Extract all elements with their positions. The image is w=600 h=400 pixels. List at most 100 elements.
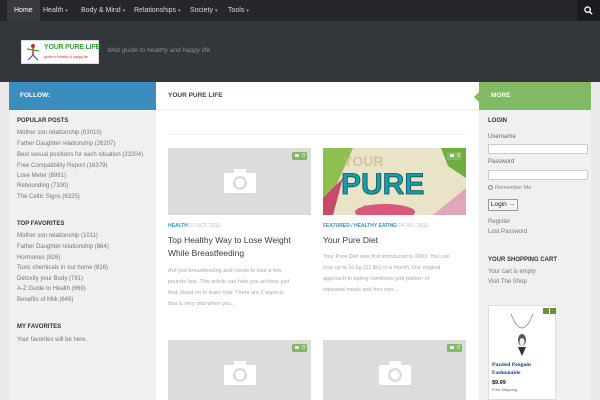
main-content: YOUR PURE LIFE 0 HEALTH 27 OCT, 2015 Top…	[156, 82, 479, 400]
more-bar[interactable]: MORE	[479, 82, 591, 110]
top-favorite-link[interactable]: A-Z Guide to Health (669)	[17, 286, 86, 292]
site-logo[interactable]: YOUR PURE LIFE guide to healthy & happy …	[21, 40, 100, 64]
cart-empty-text: Your cart is empty	[488, 269, 536, 275]
username-field[interactable]	[488, 144, 588, 154]
popular-post-link[interactable]: Mother son relationship (63010)	[17, 130, 102, 136]
password-field[interactable]	[488, 170, 588, 180]
popular-post-link[interactable]: Father Daughter relationship (26207)	[17, 141, 115, 147]
post-excerpt: Are you breastfeeding and needs to lose …	[168, 266, 314, 310]
top-favorites-title: TOP FAVORITES	[17, 221, 65, 227]
excerpt-line: that is very vital when you...	[168, 301, 236, 307]
popular-post-link[interactable]: The Celtic Signs (6325)	[17, 194, 80, 200]
checkbox-icon	[488, 185, 493, 191]
divider	[168, 134, 466, 135]
chevron-down-icon: ▾	[65, 8, 68, 14]
nav-item-tools[interactable]: Tools ▾	[228, 0, 249, 21]
shopping-cart-title: YOUR SHOPPING CART	[488, 257, 558, 263]
nav-item-society[interactable]: Society ▾	[190, 0, 217, 21]
svg-text:YOUR: YOUR	[343, 153, 383, 169]
post-category[interactable]: FEATURED / HEALTHY EATING	[323, 223, 397, 229]
nav-item-health[interactable]: Health ▾	[43, 0, 68, 21]
nav-item-home[interactable]: Home	[7, 0, 40, 21]
right-sidebar: MORE LOGIN Username Password Remember Me…	[474, 82, 591, 400]
top-navigation: Home Health ▾ Body & Mind ▾ Relationships ▾…	[0, 0, 600, 21]
nav-label: Tools	[228, 7, 245, 14]
ad-title[interactable]: Puzzled Penguin Fashionable	[492, 361, 556, 377]
top-favorite-link[interactable]: Toxic chemicals in our home (816)	[17, 265, 108, 271]
top-favorite-link[interactable]: Detoxify your Body (791)	[17, 276, 83, 282]
register-link[interactable]: Register	[488, 219, 510, 225]
nav-item-body-mind[interactable]: Body & Mind ▾	[81, 0, 125, 21]
remember-me-checkbox[interactable]: Remember Me	[488, 185, 531, 191]
chevron-down-icon: ▾	[246, 8, 249, 14]
comment-count-badge[interactable]: 0	[292, 152, 307, 160]
nav-label: Body & Mind	[81, 7, 121, 14]
top-favorite-link[interactable]: Hormones (826)	[17, 255, 60, 261]
lost-password-link[interactable]: Lost Password	[488, 229, 527, 235]
necklace-image	[510, 314, 534, 356]
post-title[interactable]: Top Healthy Way to Lose Weight While Bre…	[168, 234, 313, 260]
post-thumbnail[interactable]: 0	[168, 148, 311, 215]
camera-icon	[224, 169, 256, 193]
logo-subtitle: guide to healthy & happy life	[44, 55, 88, 59]
excerpt-line: lose up to 10 kg (22 lbs) in a month. Ou…	[323, 265, 441, 271]
excerpt-line: Are you breastfeeding and needs to lose …	[168, 268, 282, 274]
ad-price: $9.99	[492, 380, 506, 386]
camera-icon	[379, 361, 411, 385]
site-header: YOUR PURE LIFE guide to healthy & happy …	[0, 21, 600, 82]
excerpt-line: approach to eating combines grid pattern…	[323, 276, 430, 282]
more-arrow	[474, 92, 479, 102]
comment-count-badge[interactable]: 0	[292, 344, 307, 352]
post-thumbnail[interactable]: YOUR PURE DIET 0	[323, 148, 466, 215]
post-meta: FEATURED / HEALTHY EATING 24 JUL, 2015	[323, 223, 428, 229]
post-category[interactable]: HEALTH	[168, 223, 188, 229]
logo-figure-icon	[26, 44, 40, 61]
nav-label: Relationships	[134, 7, 177, 14]
chevron-down-icon: ▾	[122, 8, 126, 14]
popular-post-link[interactable]: Best sexual positions for each situation…	[17, 152, 143, 158]
nav-item-relationships[interactable]: Relationships ▾	[134, 0, 181, 21]
ad-prev-icon[interactable]	[543, 308, 549, 314]
search-button[interactable]	[577, 0, 600, 21]
left-sidebar: FOLLOW: POPULAR POSTS Mother son relatio…	[9, 82, 161, 400]
chevron-down-icon: ▾	[214, 8, 218, 14]
excerpt-line: Your Pure Diet was first introduced in 2…	[323, 254, 450, 260]
camera-icon	[224, 361, 256, 385]
excerpt-line: pounds fast. This article can help you a…	[168, 279, 290, 285]
popular-post-link[interactable]: Free Compatibility Report (16379)	[17, 163, 107, 169]
product-ad[interactable]: Puzzled Penguin Fashionable $9.99 Free S…	[488, 305, 556, 400]
comment-count-badge[interactable]: 0	[447, 152, 462, 160]
search-icon	[584, 6, 593, 15]
comment-count-badge[interactable]: 0	[447, 344, 462, 352]
nav-label: Home	[14, 7, 33, 14]
remember-me-label: Remember Me	[495, 185, 532, 191]
top-favorite-link[interactable]: Father Daughter relationship (864)	[17, 244, 109, 250]
site-tagline: Web guide to healthy and happy life	[107, 47, 211, 54]
login-title: LOGIN	[488, 118, 507, 124]
username-label: Username	[488, 134, 516, 140]
main-heading: YOUR PURE LIFE	[156, 82, 479, 110]
image-text-2: DIET	[363, 203, 391, 215]
excerpt-line: that. Read on to learn how. There are 2 …	[168, 290, 285, 296]
visit-shop-link[interactable]: Visit The Shop	[488, 279, 527, 285]
excerpt-line: repeated meals and free rein...	[323, 287, 398, 293]
nav-label: Health	[43, 7, 64, 14]
post-title[interactable]: Your Pure Diet	[323, 234, 468, 247]
login-button[interactable]: Login →	[488, 199, 518, 211]
ad-shipping: Free Shipping	[492, 387, 517, 392]
post-thumbnail[interactable]: 0	[168, 340, 311, 400]
post-thumbnail[interactable]: 0	[323, 340, 466, 400]
ad-next-icon[interactable]	[550, 308, 556, 314]
popular-post-link[interactable]: Love Meter (8991)	[17, 173, 66, 179]
top-favorite-link[interactable]: Benefits of Milk (649)	[17, 297, 73, 303]
top-favorite-link[interactable]: Mother son relationship (1011)	[17, 233, 98, 239]
logo-title: YOUR PURE LIFE	[44, 44, 100, 51]
follow-bar: FOLLOW:	[9, 82, 156, 110]
post-meta: HEALTH 27 OCT, 2015	[168, 223, 220, 229]
pure-diet-graphic: YOUR PURE DIET	[323, 148, 466, 215]
popular-post-link[interactable]: Rebounding (7330)	[17, 183, 68, 189]
post-date: 24 JUL, 2015	[398, 223, 429, 229]
image-text: PURE	[341, 168, 424, 201]
post-date: 27 OCT, 2015	[189, 223, 221, 229]
my-favorites-title: MY FAVORITES	[17, 324, 62, 330]
